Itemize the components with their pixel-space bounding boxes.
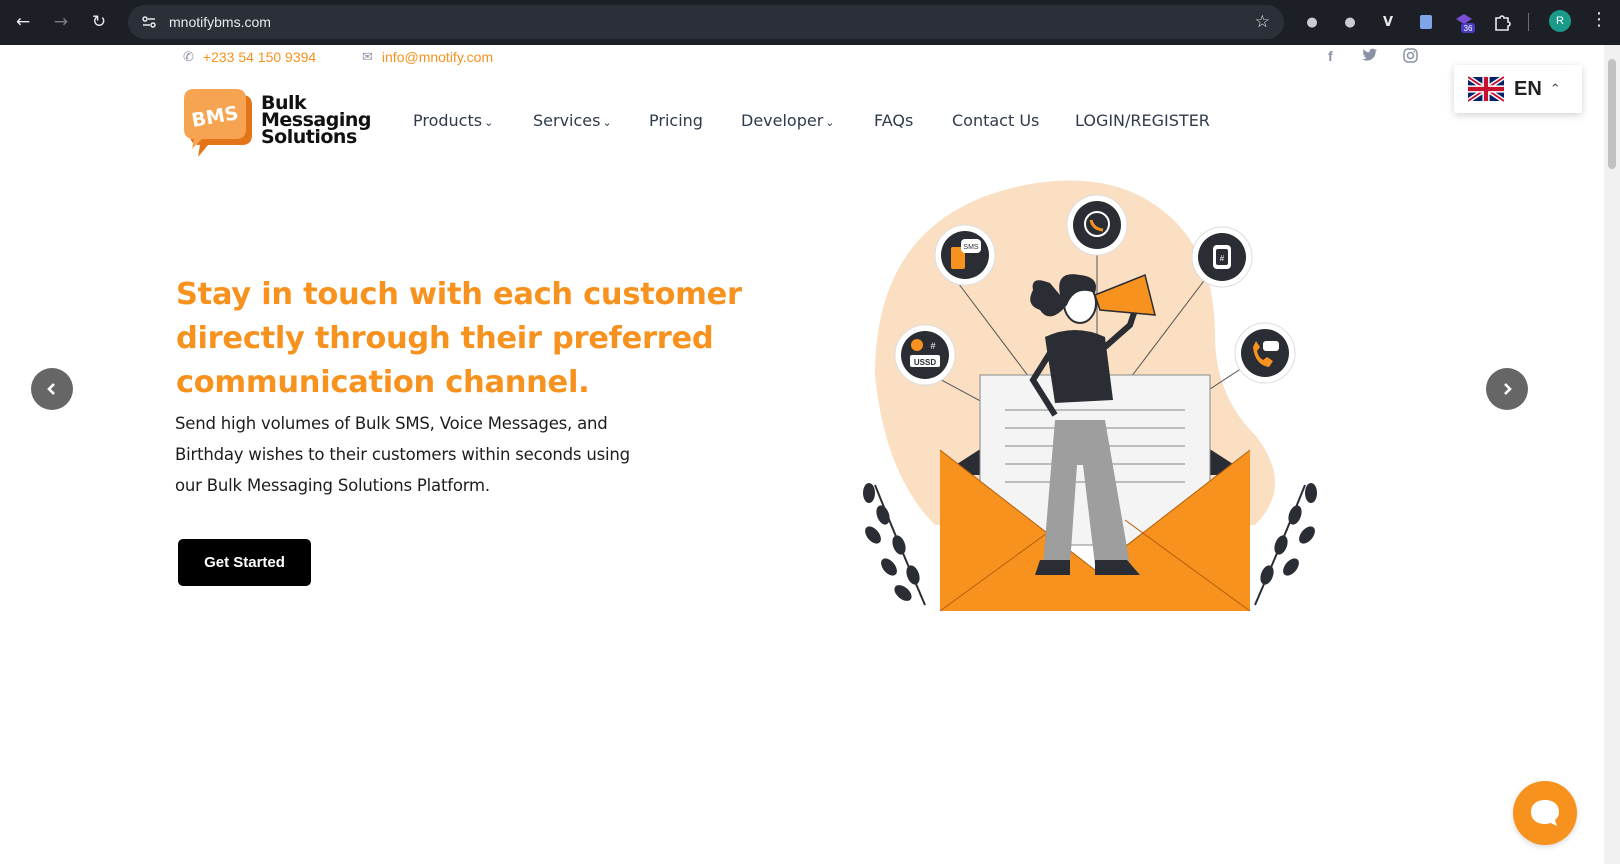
logo-line: Solutions <box>261 126 357 148</box>
phone-contact[interactable]: ✆ +233 54 150 9394 <box>183 49 316 65</box>
nav-products[interactable]: Products ⌄ <box>413 111 493 130</box>
page-scrollbar[interactable] <box>1604 45 1620 864</box>
bms-badge-icon: BMS <box>184 89 252 157</box>
whatsapp-icon <box>1066 194 1128 256</box>
instagram-icon[interactable] <box>1403 48 1418 66</box>
chevron-down-icon: ⌄ <box>484 116 494 129</box>
more-menu-icon[interactable]: ⋮ <box>1590 9 1608 30</box>
get-started-button[interactable]: Get Started <box>178 539 311 586</box>
chevron-up-icon[interactable]: ⌃ <box>1550 82 1561 97</box>
logo-wordmark: Bulk Messaging Solutions <box>261 94 371 148</box>
site-logo[interactable]: BMS Bulk Messaging Solutions <box>180 85 380 163</box>
svg-text:#: # <box>1220 254 1225 263</box>
ussd-icon: # USSD <box>894 324 956 386</box>
chevron-down-icon: ⌄ <box>825 116 835 129</box>
uk-flag-icon <box>1468 76 1504 102</box>
web-page: ✆ +233 54 150 9394 ✉ info@mnotify.com f … <box>0 45 1604 864</box>
slider-prev-button[interactable] <box>31 368 73 410</box>
address-bar[interactable]: mnotifybms.com ☆ <box>128 5 1284 39</box>
svg-text:36: 36 <box>1464 24 1473 33</box>
voice-call-icon <box>1234 322 1296 384</box>
svg-text:USSD: USSD <box>914 358 936 367</box>
slider-next-button[interactable] <box>1486 368 1528 410</box>
email-address[interactable]: info@mnotify.com <box>382 49 493 65</box>
profile-avatar[interactable]: R <box>1549 10 1571 32</box>
nav-developer[interactable]: Developer ⌄ <box>741 111 835 130</box>
envelope-icon: ✉ <box>362 49 373 64</box>
vivaldi-extension-icon[interactable]: V <box>1376 10 1400 34</box>
hero-description: Send high volumes of Bulk SMS, Voice Mes… <box>175 414 630 495</box>
browser-toolbar: ← → ↻ mnotifybms.com ☆ ● ● V 36 R ⋮ <box>0 0 1620 45</box>
back-icon[interactable]: ← <box>10 9 36 35</box>
nav-faqs[interactable]: FAQs <box>874 111 913 130</box>
chat-widget-button[interactable] <box>1513 781 1577 845</box>
hero-illustration: SMS # # USSD <box>863 180 1317 611</box>
phone-icon: ✆ <box>183 49 194 64</box>
facebook-icon[interactable]: f <box>1328 48 1333 64</box>
language-code[interactable]: EN <box>1514 78 1542 101</box>
chevron-right-icon <box>1504 383 1512 395</box>
extension-icon[interactable]: ● <box>1300 10 1324 34</box>
top-contact-bar: ✆ +233 54 150 9394 ✉ info@mnotify.com f <box>0 45 1604 77</box>
hero-title: Stay in touch with each customer directl… <box>176 277 742 400</box>
document-extension-icon[interactable] <box>1414 10 1438 34</box>
nav-login-register[interactable]: LOGIN/REGISTER <box>1075 111 1210 130</box>
email-contact[interactable]: ✉ info@mnotify.com <box>362 49 493 65</box>
svg-text:#: # <box>930 341 935 351</box>
nav-contact-us[interactable]: Contact Us <box>952 111 1039 130</box>
scrollbar-thumb[interactable] <box>1608 59 1616 169</box>
reload-icon[interactable]: ↻ <box>86 9 112 35</box>
site-info-icon[interactable] <box>138 11 160 33</box>
url-text[interactable]: mnotifybms.com <box>169 14 271 30</box>
puzzle-extensions-icon[interactable] <box>1490 10 1514 34</box>
nav-services[interactable]: Services ⌄ <box>533 111 612 130</box>
toolbar-divider <box>1528 13 1529 31</box>
twitter-icon[interactable] <box>1362 48 1378 65</box>
sms-phone-icon: SMS <box>934 224 996 286</box>
chevron-down-icon: ⌄ <box>602 116 612 129</box>
smartwatch-icon: # <box>1191 226 1253 288</box>
language-switcher[interactable]: EN ⌃ <box>1454 65 1582 113</box>
nav-pricing[interactable]: Pricing <box>649 111 703 130</box>
chevron-left-icon <box>47 383 55 395</box>
svg-text:SMS: SMS <box>963 244 979 251</box>
bookmark-star-icon[interactable]: ☆ <box>1255 12 1270 32</box>
chat-bubble-icon <box>1531 800 1559 826</box>
phone-number[interactable]: +233 54 150 9394 <box>203 49 316 65</box>
extension-icon[interactable]: ● <box>1338 10 1362 34</box>
badge-extension-icon[interactable]: 36 <box>1452 10 1476 34</box>
forward-icon[interactable]: → <box>48 9 74 35</box>
